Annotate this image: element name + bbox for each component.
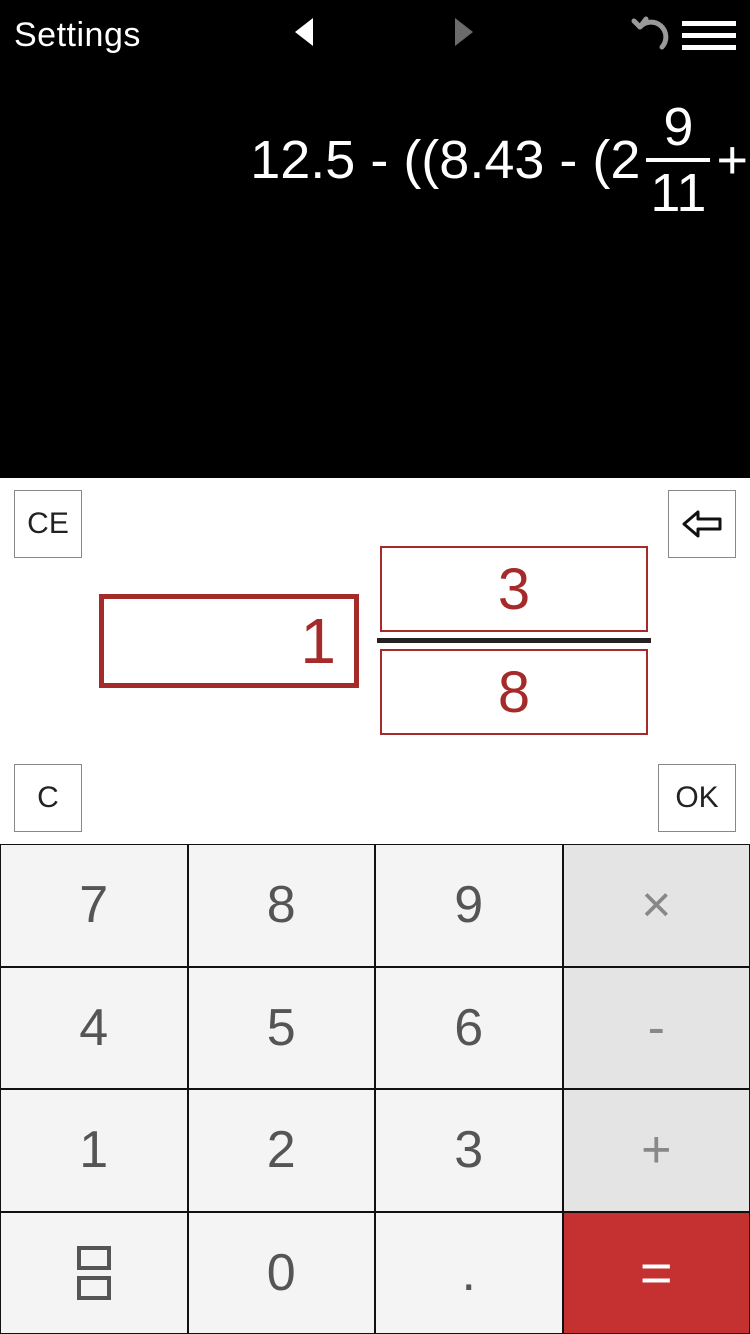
key-equals[interactable]: = bbox=[563, 1212, 750, 1334]
input-panel: CE 1 3 8 C OK bbox=[0, 478, 750, 844]
numerator-input[interactable]: 3 bbox=[380, 546, 648, 632]
key-4[interactable]: 4 bbox=[0, 967, 188, 1090]
key-0[interactable]: 0 bbox=[188, 1212, 376, 1334]
backspace-icon bbox=[682, 509, 722, 539]
expression-denominator: 11 bbox=[646, 166, 710, 220]
arrow-right-icon bbox=[455, 18, 473, 46]
fraction-bar bbox=[377, 638, 651, 643]
clear-button[interactable]: C bbox=[14, 764, 82, 832]
arrow-left-icon bbox=[295, 18, 313, 46]
key-3[interactable]: 3 bbox=[375, 1089, 563, 1212]
denominator-input[interactable]: 8 bbox=[380, 649, 648, 735]
key-9[interactable]: 9 bbox=[375, 844, 563, 967]
key-2[interactable]: 2 bbox=[188, 1089, 376, 1212]
display-area: Settings 12.5 - ((8.43 - (2 9 11 bbox=[0, 0, 750, 478]
key-6[interactable]: 6 bbox=[375, 967, 563, 1090]
expression-fraction: 9 11 bbox=[646, 100, 710, 220]
menu-button[interactable] bbox=[682, 21, 736, 50]
menu-icon bbox=[682, 21, 736, 26]
key-fraction[interactable] bbox=[0, 1212, 188, 1334]
nav-next-button[interactable] bbox=[434, 18, 494, 52]
undo-button[interactable] bbox=[628, 15, 672, 55]
fraction-entry: 1 3 8 bbox=[0, 546, 750, 735]
fraction-icon bbox=[77, 1246, 111, 1300]
keypad: 7 8 9 × 4 5 6 - 1 2 3 + 0 . = bbox=[0, 844, 750, 1334]
whole-number-input[interactable]: 1 bbox=[99, 594, 359, 688]
expression-display: 12.5 - ((8.43 - (2 9 11 + bbox=[0, 100, 750, 220]
expression-tail: + bbox=[716, 129, 748, 191]
key-5[interactable]: 5 bbox=[188, 967, 376, 1090]
key-minus[interactable]: - bbox=[563, 967, 750, 1090]
undo-icon bbox=[628, 15, 672, 55]
key-8[interactable]: 8 bbox=[188, 844, 376, 967]
navbar: Settings bbox=[0, 0, 750, 70]
key-7[interactable]: 7 bbox=[0, 844, 188, 967]
settings-button[interactable]: Settings bbox=[14, 16, 141, 55]
nav-prev-button[interactable] bbox=[274, 18, 334, 52]
expression-numerator: 9 bbox=[659, 100, 697, 154]
expression-head: 12.5 - ((8.43 - (2 bbox=[250, 129, 640, 191]
key-decimal[interactable]: . bbox=[375, 1212, 563, 1334]
fraction-part: 3 8 bbox=[377, 546, 651, 735]
ok-button[interactable]: OK bbox=[658, 764, 736, 832]
key-1[interactable]: 1 bbox=[0, 1089, 188, 1212]
key-plus[interactable]: + bbox=[563, 1089, 750, 1212]
key-multiply[interactable]: × bbox=[563, 844, 750, 967]
